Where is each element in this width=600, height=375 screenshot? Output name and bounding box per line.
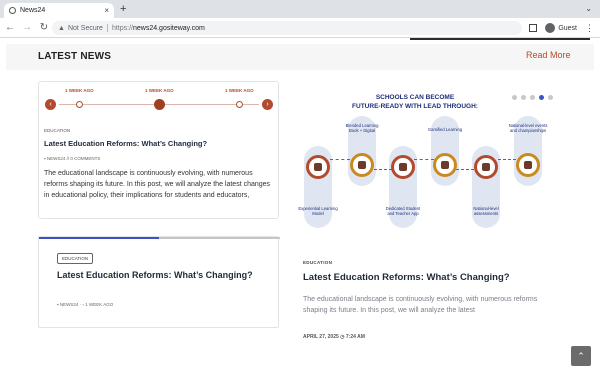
section-header: LATEST NEWS Read More: [6, 44, 594, 70]
timeline-label: 1 WEEK AGO: [225, 88, 254, 93]
browser-tab[interactable]: News24 ×: [4, 3, 114, 18]
slider-dot[interactable]: [539, 95, 544, 100]
page-content: LATEST NEWS Read More 1 WEEK AGO 1 WEEK …: [0, 38, 600, 375]
learning-model-icon: [306, 155, 330, 179]
read-more-link[interactable]: Read More: [526, 50, 571, 60]
url-protocol: https://: [111, 24, 133, 32]
dashed-connector: [374, 169, 392, 170]
timeline-node-active[interactable]: [154, 99, 165, 110]
post-time: 7:24 AM: [345, 334, 365, 340]
news-card-timeline: 1 WEEK AGO 1 WEEK AGO 1 WEEK AGO ‹ › EDU…: [38, 81, 279, 219]
slider-dot[interactable]: [530, 95, 535, 100]
side-panel-icon[interactable]: [529, 24, 538, 32]
feature-label: Experiential Learning Model: [298, 206, 338, 216]
feature-label: Blended Learning Book + Digital: [345, 123, 379, 133]
feature-label: National-level events and championships: [508, 123, 548, 133]
timeline-node[interactable]: [76, 101, 83, 108]
forward-arrow-icon[interactable]: →: [20, 22, 34, 33]
top-strip: [410, 38, 590, 40]
article-date: APRIL 27, 2025 ◷ 7:24 AM: [303, 334, 365, 340]
article-title[interactable]: Latest Education Reforms: What’s Changin…: [44, 139, 207, 148]
slider-dot[interactable]: [521, 95, 526, 100]
timeline-label: 1 WEEK AGO: [65, 88, 94, 93]
tab-search-chevron-icon[interactable]: ⌄: [585, 4, 592, 13]
timeline-next-arrow-icon[interactable]: ›: [262, 99, 273, 110]
timeline-node[interactable]: [236, 101, 243, 108]
tab-title: News24: [20, 7, 46, 14]
timeline-label: 1 WEEK AGO: [145, 88, 174, 93]
article-title[interactable]: Latest Education Reforms: What’s Changin…: [303, 272, 510, 283]
article-meta: ▪ NEWS24 // 0 COMMENTS: [44, 156, 100, 161]
url-host: news24.gositeway.com: [132, 24, 205, 32]
close-tab-icon[interactable]: ×: [104, 6, 109, 15]
not-secure-label[interactable]: Not Secure: [68, 25, 103, 32]
category-label[interactable]: EDUCATION: [303, 260, 332, 265]
post-time: 1 WEEK AGO: [85, 302, 114, 307]
promo-slider[interactable]: SCHOOLS CAN BECOME FUTURE-READY WITH LEA…: [290, 81, 590, 231]
slider-dots: [512, 95, 553, 100]
author-name[interactable]: NEWS24: [47, 156, 66, 161]
divider: [106, 24, 108, 32]
profile-label[interactable]: Guest: [558, 25, 577, 32]
dashed-connector: [498, 159, 516, 160]
browser-tab-bar: News24 × + ⌄: [0, 0, 600, 18]
warning-icon[interactable]: ▲: [58, 25, 65, 32]
section-title: LATEST NEWS: [38, 51, 112, 62]
article-excerpt: The educational landscape is continuousl…: [44, 170, 271, 199]
comment-count[interactable]: 0 COMMENTS: [70, 156, 100, 161]
article-title[interactable]: Latest Education Reforms: What’s Changin…: [57, 269, 257, 281]
dashed-connector: [414, 159, 434, 160]
slider-dot[interactable]: [512, 95, 517, 100]
author-name[interactable]: NEWS24: [60, 302, 79, 307]
post-date: APRIL 27, 2025: [303, 334, 339, 340]
scroll-to-top-button[interactable]: ⌃: [571, 346, 591, 366]
new-tab-button[interactable]: +: [120, 4, 126, 15]
news-card: EDUCATION Latest Education Reforms: What…: [38, 236, 280, 328]
book-digital-icon: [350, 153, 374, 177]
more-menu-icon[interactable]: ⋮: [585, 23, 594, 34]
promo-title-line: FUTURE-READY WITH LEAD THROUGH:: [352, 103, 478, 110]
feature-label: National-level assessments: [473, 206, 499, 216]
article-meta: ▪ NEWS24 · ▫ 1 WEEK AGO: [57, 302, 113, 307]
feature-label: Dedicated Student and Teacher App: [385, 206, 421, 216]
gamified-icon: [433, 153, 457, 177]
trophy-icon: [516, 153, 540, 177]
profile-avatar-icon[interactable]: [545, 23, 556, 33]
globe-icon: [9, 7, 16, 14]
back-arrow-icon[interactable]: ←: [3, 22, 17, 33]
category-label[interactable]: EDUCATION: [44, 128, 70, 133]
slider-dot[interactable]: [548, 95, 553, 100]
toolbar-right: Guest ⋮: [529, 20, 594, 36]
category-badge[interactable]: EDUCATION: [57, 253, 94, 264]
browser-toolbar: ← → ↻ ▲ Not Secure https:// news24.gosit…: [0, 18, 600, 38]
timeline-prev-arrow-icon[interactable]: ‹: [45, 99, 56, 110]
feature-label: Gamified Learning: [427, 127, 463, 132]
address-bar[interactable]: ▲ Not Secure https:// news24.gositeway.c…: [52, 21, 522, 35]
assessment-icon: [474, 155, 498, 179]
article-excerpt: The educational landscape is continuousl…: [303, 296, 538, 314]
progress-bar: [39, 237, 159, 239]
dashed-connector: [456, 169, 474, 170]
dashed-connector: [330, 159, 350, 160]
reload-icon[interactable]: ↻: [37, 22, 51, 33]
app-icon: [391, 155, 415, 179]
promo-title-line: SCHOOLS CAN BECOME: [375, 94, 455, 101]
promo-title: SCHOOLS CAN BECOME FUTURE-READY WITH LEA…: [290, 93, 540, 111]
